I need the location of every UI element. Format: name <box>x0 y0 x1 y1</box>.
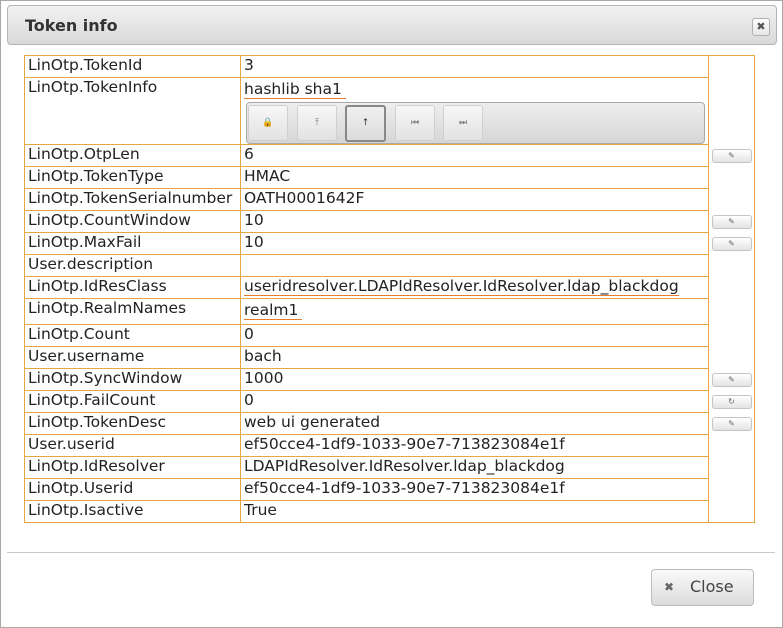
row-key: LinOtp.RealmNames <box>24 298 241 325</box>
table-row: LinOtp.TokenInfo hashlib sha1 🔒 ⤒ ↑ ⏮ ⏭ <box>24 77 755 145</box>
table-row: LinOtp.Isactive True <box>24 500 755 523</box>
dialog-title: Token info <box>25 16 118 35</box>
row-value: hashlib sha1 🔒 ⤒ ↑ ⏮ ⏭ <box>240 77 709 145</box>
table-row: LinOtp.OtpLen 6 ✎ <box>24 144 755 167</box>
row-key: LinOtp.TokenId <box>24 55 241 78</box>
table-row: LinOtp.MaxFail 10 ✎ <box>24 232 755 255</box>
last-icon[interactable]: ⏭ <box>443 105 483 141</box>
table-row: User.userid ef50cce4-1df9-1033-90e7-7138… <box>24 434 755 457</box>
row-key: User.userid <box>24 434 241 457</box>
row-key: LinOtp.FailCount <box>24 390 241 413</box>
row-key: User.username <box>24 346 241 369</box>
table-row: LinOtp.SyncWindow 1000 ✎ <box>24 368 755 391</box>
row-value: web ui generated <box>240 412 709 435</box>
table-row: LinOtp.TokenType HMAC <box>24 166 755 189</box>
row-key: LinOtp.Count <box>24 324 241 347</box>
row-value: 6 <box>240 144 709 167</box>
close-button[interactable]: ✖ Close <box>651 569 754 606</box>
row-key: LinOtp.TokenInfo <box>24 77 241 145</box>
table-row: LinOtp.CountWindow 10 ✎ <box>24 210 755 233</box>
row-key: LinOtp.Userid <box>24 478 241 501</box>
table-row: LinOtp.TokenDesc web ui generated ✎ <box>24 412 755 435</box>
row-value: OATH0001642F <box>240 188 709 211</box>
row-key: LinOtp.OtpLen <box>24 144 241 167</box>
row-value: 1000 <box>240 368 709 391</box>
table-row: LinOtp.Userid ef50cce4-1df9-1033-90e7-71… <box>24 478 755 501</box>
row-value: 10 <box>240 232 709 255</box>
edit-icon[interactable]: ✎ <box>711 373 752 387</box>
first-icon[interactable]: ⏮ <box>395 105 435 141</box>
row-key: LinOtp.TokenType <box>24 166 241 189</box>
reset-icon[interactable]: ↻ <box>711 395 752 409</box>
row-key: LinOtp.IdResClass <box>24 276 241 299</box>
edit-icon[interactable]: ✎ <box>711 215 752 229</box>
lock-icon[interactable]: 🔒 <box>248 105 288 141</box>
move-up-icon[interactable]: ↑ <box>345 105 386 142</box>
row-key: LinOtp.MaxFail <box>24 232 241 255</box>
row-key: LinOtp.IdResolver <box>24 456 241 479</box>
close-icon[interactable]: ✖ <box>752 18 770 36</box>
table-row: LinOtp.FailCount 0 ↻ <box>24 390 755 413</box>
token-info-editor[interactable]: hashlib sha1 <box>244 80 346 99</box>
table-row: LinOtp.IdResClass useridresolver.LDAPIdR… <box>24 276 755 299</box>
row-key: LinOtp.TokenDesc <box>24 412 241 435</box>
table-row: LinOtp.RealmNames realm1 <box>24 298 755 325</box>
row-value <box>240 254 709 277</box>
token-info-dialog: Token info ✖ LinOtp.TokenId 3 LinOtp.Tok… <box>0 0 783 628</box>
row-value: HMAC <box>240 166 709 189</box>
table-row: LinOtp.IdResolver LDAPIdResolver.IdResol… <box>24 456 755 479</box>
row-value: 3 <box>240 55 709 78</box>
edit-icon[interactable]: ✎ <box>711 149 752 163</box>
row-key: LinOtp.Isactive <box>24 500 241 523</box>
row-value: bach <box>240 346 709 369</box>
table-row: LinOtp.Count 0 <box>24 324 755 347</box>
row-value: ef50cce4-1df9-1033-90e7-713823084e1f <box>240 478 709 501</box>
editor-toolbar: 🔒 ⤒ ↑ ⏮ ⏭ <box>246 102 705 144</box>
row-key: LinOtp.SyncWindow <box>24 368 241 391</box>
close-button-label: Close <box>690 577 734 596</box>
token-info-table: LinOtp.TokenId 3 LinOtp.TokenInfo hashli… <box>24 55 755 523</box>
row-value: LDAPIdResolver.IdResolver.ldap_blackdog <box>240 456 709 479</box>
move-top-icon[interactable]: ⤒ <box>297 105 337 141</box>
realm-names-editor[interactable]: realm1 <box>244 301 303 320</box>
edit-icon[interactable]: ✎ <box>711 417 752 431</box>
row-key: User.description <box>24 254 241 277</box>
table-row: User.description <box>24 254 755 277</box>
row-key: LinOtp.TokenSerialnumber <box>24 188 241 211</box>
row-value: useridresolver.LDAPIdResolver.IdResolver… <box>240 276 709 299</box>
row-value: realm1 <box>240 298 709 325</box>
row-value: 0 <box>240 324 709 347</box>
row-value: 10 <box>240 210 709 233</box>
table-row: User.username bach <box>24 346 755 369</box>
table-row: LinOtp.TokenId 3 <box>24 55 755 78</box>
dialog-titlebar: Token info ✖ <box>7 5 777 45</box>
row-value: True <box>240 500 709 523</box>
footer-divider <box>7 552 775 553</box>
close-icon: ✖ <box>664 580 675 594</box>
id-res-class-value: useridresolver.LDAPIdResolver.IdResolver… <box>244 277 679 296</box>
row-value: ef50cce4-1df9-1033-90e7-713823084e1f <box>240 434 709 457</box>
row-key: LinOtp.CountWindow <box>24 210 241 233</box>
row-value: 0 <box>240 390 709 413</box>
table-row: LinOtp.TokenSerialnumber OATH0001642F <box>24 188 755 211</box>
edit-icon[interactable]: ✎ <box>711 237 752 251</box>
